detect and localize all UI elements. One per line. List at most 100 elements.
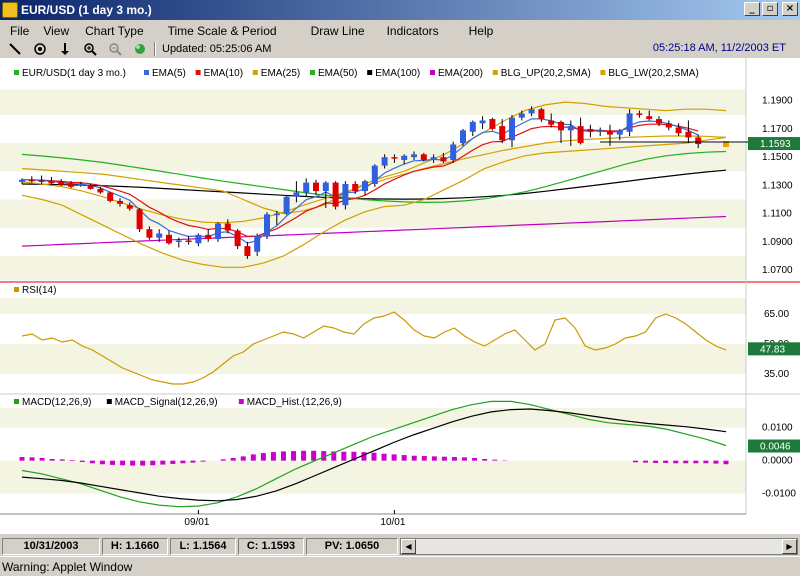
legend-swatch <box>430 70 435 75</box>
price-tick-label: 1.1500 <box>762 152 793 163</box>
macd-hist-bar <box>220 459 226 461</box>
candle-body <box>695 137 702 145</box>
legend-label: BLG_UP(20,2,SMA) <box>501 68 591 79</box>
chart-area[interactable]: EUR/USD(1 day 3 mo.) EMA(5) EMA(10) EMA(25)… <box>0 58 800 534</box>
candle-body <box>264 214 270 237</box>
status-bar: 10/31/2003 H: 1.1660 L: 1.1564 C: 1.1593… <box>0 536 800 556</box>
menu-indicators[interactable]: Indicators <box>365 24 439 38</box>
macd-hist-bar <box>653 460 659 463</box>
candle-body <box>77 184 84 186</box>
legend-swatch <box>367 70 373 75</box>
candle-body <box>175 240 182 242</box>
zoom-out-icon[interactable] <box>105 41 125 57</box>
status-pv: PV: 1.0650 <box>306 537 398 555</box>
candle-body <box>607 131 613 135</box>
legend-swatch <box>144 70 149 75</box>
menu-view[interactable]: View <box>29 24 69 38</box>
arrow-down-icon[interactable] <box>55 41 75 57</box>
candle-body <box>352 184 359 192</box>
candle-body <box>244 246 251 256</box>
macd-tick-label: 0.0000 <box>762 456 793 467</box>
macd-hist-bar <box>110 460 116 465</box>
horizontal-scrollbar[interactable]: ◀ ▶ <box>400 537 798 555</box>
title-bar: EUR/USD (1 day 3 mo.) _ ▫ × <box>0 0 800 20</box>
macd-hist-bar <box>482 459 488 461</box>
candle-body <box>567 126 574 131</box>
price-tick-label: 1.0900 <box>762 237 793 248</box>
macd-hist-bar <box>291 451 297 461</box>
clock: 05:25:18 AM, 11/2/2003 ET <box>652 42 786 54</box>
macd-hist-bar <box>301 450 307 461</box>
candle-body <box>195 234 202 244</box>
candle-body <box>283 196 290 214</box>
scroll-track[interactable] <box>416 539 782 554</box>
candle-body <box>577 126 584 144</box>
scroll-left-icon[interactable]: ◀ <box>401 538 416 554</box>
menu-help[interactable]: Help <box>439 24 494 38</box>
candle-body <box>411 154 417 158</box>
macd-hist-bar <box>79 460 85 462</box>
candle-body <box>460 130 466 144</box>
macd-hist-bar <box>120 460 126 466</box>
macd-hist-bar <box>19 457 25 461</box>
updated-time: Updated: 05:25:06 AM <box>162 43 272 55</box>
macd-hist-bar <box>431 456 437 461</box>
zoom-in-icon[interactable] <box>80 41 100 57</box>
candle-body <box>126 205 133 209</box>
scroll-right-icon[interactable]: ▶ <box>782 538 797 554</box>
candle-body <box>538 109 545 120</box>
legend-label: RSI(14) <box>22 285 56 296</box>
candle-body <box>87 185 94 189</box>
candle-body <box>215 223 221 240</box>
macd-hist-bar <box>39 458 45 461</box>
price-tick-label: 1.1300 <box>762 180 793 191</box>
menu-time-scale[interactable]: Time Scale & Period <box>144 24 277 38</box>
menu-chart-type[interactable]: Chart Type <box>69 24 143 38</box>
window-title: EUR/USD (1 day 3 mo.) <box>21 3 152 17</box>
status-low: L: 1.1564 <box>170 537 236 555</box>
grid-band <box>0 199 746 228</box>
candle-body <box>528 109 535 114</box>
candle-body <box>685 131 692 138</box>
candle-body <box>597 130 604 132</box>
macd-hist-bar <box>270 452 276 461</box>
macd-hist-bar <box>280 451 286 461</box>
candle-body <box>401 155 408 160</box>
macd-hist-bar <box>472 458 478 461</box>
menu-draw-line[interactable]: Draw Line <box>277 24 365 38</box>
chart-svg[interactable]: EUR/USD(1 day 3 mo.) EMA(5) EMA(10) EMA(25)… <box>0 58 800 534</box>
candle-body <box>371 165 378 184</box>
macd-hist-bar <box>180 460 186 464</box>
candle-body <box>117 200 123 204</box>
candle-body <box>381 157 388 166</box>
legend-label: EMA(200) <box>438 68 483 79</box>
macd-hist-bar <box>260 453 266 461</box>
globe-icon[interactable] <box>130 41 150 57</box>
candle-body <box>205 234 212 240</box>
app-icon <box>2 2 18 18</box>
minimize-button[interactable]: _ <box>744 2 760 16</box>
rsi-tick-label: 65.00 <box>764 309 789 320</box>
pencil-icon[interactable] <box>5 41 25 57</box>
price-tick-label: 1.0700 <box>762 265 793 276</box>
macd-hist-bar <box>421 456 427 461</box>
candle-body <box>587 128 594 132</box>
close-button[interactable]: × <box>782 2 798 16</box>
macd-last-label: 0.0046 <box>760 442 791 453</box>
macd-hist-bar <box>673 460 679 464</box>
restore-button[interactable]: ▫ <box>762 2 778 16</box>
candle-body <box>48 181 55 184</box>
crosshair-icon[interactable] <box>30 41 50 57</box>
candle-body <box>19 179 25 182</box>
macd-hist-bar <box>69 459 75 461</box>
menu-file[interactable]: File <box>0 24 29 38</box>
macd-hist-bar <box>381 453 387 461</box>
macd-hist-bar <box>341 451 347 461</box>
candle-body <box>273 213 280 216</box>
macd-hist-bar <box>160 460 166 465</box>
candle-body <box>58 181 65 185</box>
macd-hist-bar <box>703 460 709 464</box>
legend-swatch <box>310 70 315 75</box>
legend-swatch <box>14 70 19 75</box>
menu-bar: File View Chart Type Time Scale & Period… <box>0 21 800 40</box>
